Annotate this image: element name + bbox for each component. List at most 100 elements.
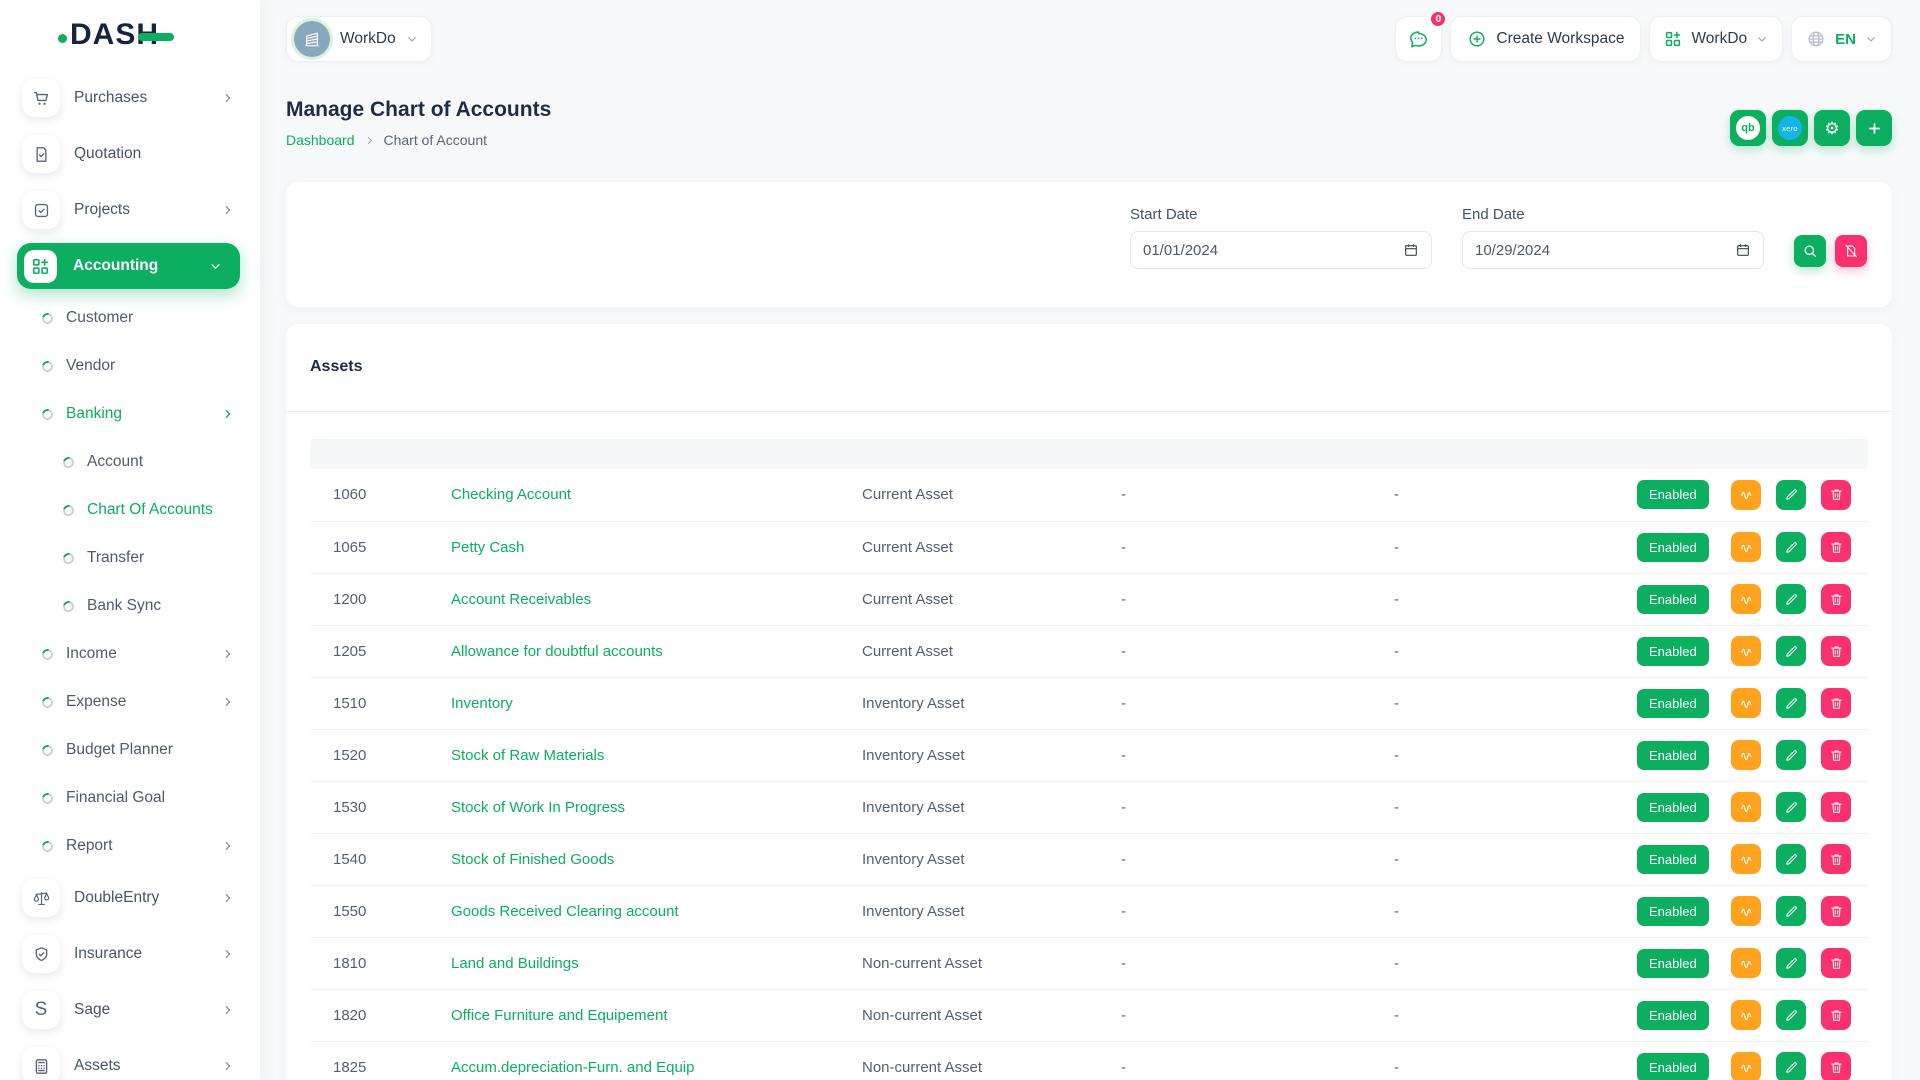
end-date-input[interactable]: 10/29/2024 bbox=[1462, 231, 1764, 269]
calendar-icon[interactable] bbox=[1735, 242, 1751, 258]
delete-button[interactable] bbox=[1821, 636, 1851, 666]
sidebar-item-transfer[interactable]: Transfer bbox=[0, 534, 260, 582]
sidebar-item-expense[interactable]: Expense bbox=[0, 678, 260, 726]
calendar-icon[interactable] bbox=[1403, 242, 1419, 258]
sidebar-item-insurance[interactable]: Insurance bbox=[0, 926, 260, 982]
workspace-selector[interactable]: WorkDo bbox=[286, 16, 432, 62]
delete-button[interactable] bbox=[1821, 1000, 1851, 1030]
sidebar-item-budget-planner[interactable]: Budget Planner bbox=[0, 726, 260, 774]
sidebar-item-financial-goal[interactable]: Financial Goal bbox=[0, 774, 260, 822]
edit-button[interactable] bbox=[1776, 844, 1806, 874]
sidebar-item-sage[interactable]: S Sage bbox=[0, 982, 260, 1038]
sidebar-item-bank-sync[interactable]: Bank Sync bbox=[0, 582, 260, 630]
transactions-button[interactable] bbox=[1731, 532, 1761, 562]
account-name-link[interactable]: Stock of Raw Materials bbox=[451, 747, 604, 764]
account-name-link[interactable]: Petty Cash bbox=[451, 539, 524, 556]
edit-button[interactable] bbox=[1776, 1000, 1806, 1030]
edit-button[interactable] bbox=[1776, 688, 1806, 718]
delete-button[interactable] bbox=[1821, 792, 1851, 822]
language-selector[interactable]: EN bbox=[1791, 16, 1892, 62]
transactions-button[interactable] bbox=[1731, 688, 1761, 718]
quickbooks-button[interactable]: qb bbox=[1730, 110, 1766, 146]
logo-dot-shape bbox=[58, 34, 67, 43]
create-workspace-button[interactable]: Create Workspace bbox=[1450, 16, 1641, 62]
start-date-input[interactable]: 01/01/2024 bbox=[1130, 231, 1432, 269]
delete-button[interactable] bbox=[1821, 948, 1851, 978]
delete-button[interactable] bbox=[1821, 532, 1851, 562]
account-name-link[interactable]: Land and Buildings bbox=[451, 955, 579, 972]
edit-button[interactable] bbox=[1776, 896, 1806, 926]
transactions-button[interactable] bbox=[1731, 948, 1761, 978]
sidebar-item-income[interactable]: Income bbox=[0, 630, 260, 678]
workdo-menu[interactable]: WorkDo bbox=[1649, 16, 1783, 62]
delete-button[interactable] bbox=[1821, 740, 1851, 770]
sidebar-item-chart-of-accounts[interactable]: Chart Of Accounts bbox=[0, 486, 260, 534]
transactions-button[interactable] bbox=[1731, 844, 1761, 874]
sidebar-item-doubleentry[interactable]: DoubleEntry bbox=[0, 870, 260, 926]
edit-button[interactable] bbox=[1776, 1052, 1806, 1080]
code-cell: 1060 bbox=[310, 469, 428, 521]
search-button[interactable] bbox=[1794, 235, 1826, 267]
settings-button[interactable]: ⚙ bbox=[1814, 110, 1850, 146]
delete-button[interactable] bbox=[1821, 844, 1851, 874]
trash-icon bbox=[1829, 487, 1844, 502]
code-cell: 1520 bbox=[310, 729, 428, 781]
edit-button[interactable] bbox=[1776, 480, 1806, 510]
chevron-down-icon bbox=[1756, 33, 1768, 45]
sidebar-item-vendor[interactable]: Vendor bbox=[0, 342, 260, 390]
sidebar-item-purchases[interactable]: Purchases bbox=[0, 70, 260, 126]
transactions-button[interactable] bbox=[1731, 1052, 1761, 1080]
chevron-right-icon bbox=[221, 408, 234, 421]
delete-button[interactable] bbox=[1821, 1052, 1851, 1080]
account-name-link[interactable]: Checking Account bbox=[451, 486, 571, 503]
table-row-1065: 1065 Petty Cash Current Asset - - Enable… bbox=[310, 521, 1868, 573]
transactions-button[interactable] bbox=[1731, 740, 1761, 770]
account-name-link[interactable]: Account Receivables bbox=[451, 591, 591, 608]
account-name-link[interactable]: Inventory bbox=[451, 695, 513, 712]
account-name-link[interactable]: Goods Received Clearing account bbox=[451, 903, 679, 920]
delete-button[interactable] bbox=[1821, 688, 1851, 718]
delete-button[interactable] bbox=[1821, 584, 1851, 614]
edit-button[interactable] bbox=[1776, 636, 1806, 666]
parent-account-cell: - bbox=[1098, 625, 1371, 677]
reset-button[interactable] bbox=[1835, 235, 1867, 267]
transactions-button[interactable] bbox=[1731, 480, 1761, 510]
status-badge: Enabled bbox=[1637, 793, 1709, 822]
transactions-button[interactable] bbox=[1731, 792, 1761, 822]
add-button[interactable] bbox=[1856, 110, 1892, 146]
edit-button[interactable] bbox=[1776, 740, 1806, 770]
transactions-button[interactable] bbox=[1731, 1000, 1761, 1030]
transactions-button[interactable] bbox=[1731, 636, 1761, 666]
account-name-link[interactable]: Stock of Work In Progress bbox=[451, 799, 625, 816]
sidebar-item-account[interactable]: Account bbox=[0, 438, 260, 486]
sidebar-item-assets[interactable]: Assets bbox=[0, 1038, 260, 1080]
sidebar-item-accounting[interactable]: Accounting bbox=[17, 243, 240, 289]
sidebar-item-banking[interactable]: Banking bbox=[0, 390, 260, 438]
edit-button[interactable] bbox=[1776, 948, 1806, 978]
sidebar-item-projects[interactable]: Projects bbox=[0, 182, 260, 238]
messages-badge: 0 bbox=[1429, 10, 1447, 28]
xero-button[interactable]: xero bbox=[1772, 110, 1808, 146]
transactions-button[interactable] bbox=[1731, 896, 1761, 926]
transactions-button[interactable] bbox=[1731, 584, 1761, 614]
messages-button[interactable]: 0 bbox=[1395, 16, 1442, 62]
sidebar-item-report[interactable]: Report bbox=[0, 822, 260, 870]
app-logo[interactable]: DASH bbox=[0, 0, 260, 70]
sidebar-item-label: Income bbox=[66, 645, 117, 663]
edit-button[interactable] bbox=[1776, 584, 1806, 614]
breadcrumb-dashboard-link[interactable]: Dashboard bbox=[286, 132, 355, 148]
account-name-link[interactable]: Office Furniture and Equipement bbox=[451, 1007, 668, 1024]
breadcrumb: Dashboard Chart of Account bbox=[286, 132, 551, 148]
globe-icon bbox=[1806, 29, 1826, 49]
account-name-link[interactable]: Allowance for doubtful accounts bbox=[451, 643, 663, 660]
account-name-link[interactable]: Accum.depreciation-Furn. and Equip bbox=[451, 1059, 694, 1076]
table-row-1510: 1510 Inventory Inventory Asset - - Enabl… bbox=[310, 677, 1868, 729]
sidebar-item-quotation[interactable]: Quotation bbox=[0, 126, 260, 182]
edit-button[interactable] bbox=[1776, 792, 1806, 822]
delete-button[interactable] bbox=[1821, 896, 1851, 926]
wave-icon bbox=[1739, 540, 1754, 555]
sidebar-item-customer[interactable]: Customer bbox=[0, 294, 260, 342]
edit-button[interactable] bbox=[1776, 532, 1806, 562]
delete-button[interactable] bbox=[1821, 480, 1851, 510]
account-name-link[interactable]: Stock of Finished Goods bbox=[451, 851, 614, 868]
